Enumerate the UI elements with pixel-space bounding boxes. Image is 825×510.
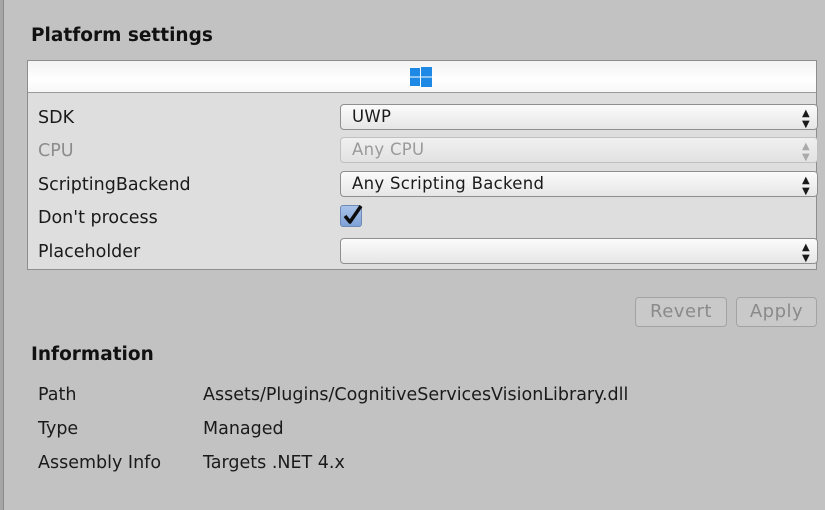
sdk-value: UWP — [352, 107, 392, 126]
platform-settings-heading: Platform settings — [31, 25, 213, 46]
dont-process-row: Don't process — [38, 204, 816, 234]
dropdown-arrows-icon: ▲ ▼ — [802, 242, 810, 264]
sdk-dropdown[interactable]: UWP ▲ ▼ — [340, 104, 818, 130]
platform-settings-panel: SDK UWP ▲ ▼ CPU Any CPU ▲ ▼ ScriptingBacke… — [27, 60, 818, 270]
placeholder-row: Placeholder ▲ ▼ — [38, 238, 818, 268]
dropdown-arrows-icon: ▲ ▼ — [802, 175, 810, 197]
cpu-dropdown: Any CPU ▲ ▼ — [340, 137, 818, 163]
scripting-backend-label: ScriptingBackend — [38, 175, 191, 195]
dropdown-arrows-icon: ▲ ▼ — [802, 141, 810, 163]
window-border — [0, 0, 4, 510]
cpu-label: CPU — [38, 141, 74, 161]
type-label: Type — [38, 419, 79, 439]
scripting-backend-dropdown[interactable]: Any Scripting Backend ▲ ▼ — [340, 171, 818, 197]
placeholder-dropdown[interactable]: ▲ ▼ — [340, 238, 818, 264]
information-heading: Information — [31, 344, 154, 365]
cpu-row: CPU Any CPU ▲ ▼ — [38, 137, 818, 167]
assembly-info-label: Assembly Info — [38, 453, 162, 473]
sdk-row: SDK UWP ▲ ▼ — [38, 104, 818, 134]
revert-button[interactable]: Revert — [635, 297, 727, 327]
assembly-info-value: Targets .NET 4.x — [203, 453, 345, 473]
dont-process-label: Don't process — [38, 208, 158, 228]
dont-process-checkbox[interactable] — [340, 205, 363, 227]
platform-tab-strip — [28, 61, 816, 93]
windows-logo-icon[interactable] — [410, 67, 432, 87]
path-label: Path — [38, 385, 77, 405]
sdk-label: SDK — [38, 108, 75, 128]
cpu-value: Any CPU — [352, 140, 425, 159]
type-value: Managed — [203, 419, 284, 439]
checkmark-icon — [343, 205, 363, 224]
placeholder-label: Placeholder — [38, 242, 141, 262]
apply-button[interactable]: Apply — [736, 297, 817, 327]
dropdown-arrows-icon: ▲ ▼ — [802, 108, 810, 130]
scripting-backend-row: ScriptingBackend Any Scripting Backend ▲… — [38, 171, 818, 201]
scripting-backend-value: Any Scripting Backend — [352, 174, 545, 193]
path-value: Assets/Plugins/CognitiveServicesVisionLi… — [203, 385, 629, 405]
